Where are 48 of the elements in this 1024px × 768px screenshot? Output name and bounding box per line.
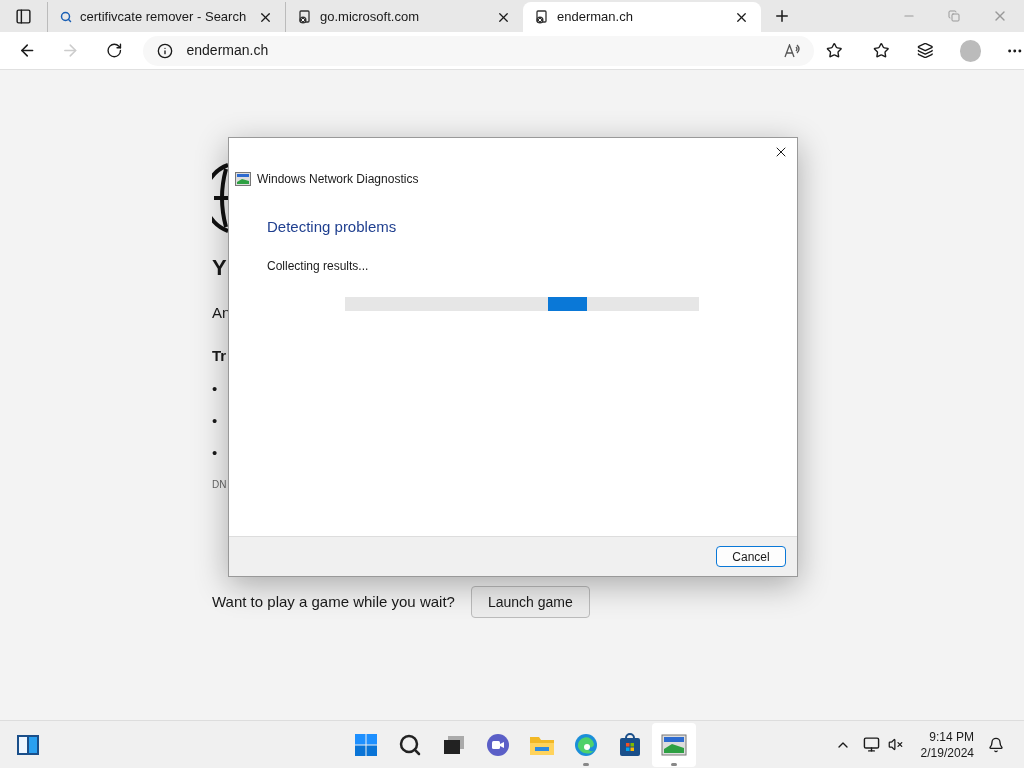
chat-icon <box>486 733 510 757</box>
store-bag-icon <box>618 733 642 757</box>
busy-marquee-segment <box>548 296 587 311</box>
clock-time[interactable]: 9:14 PM <box>929 728 974 745</box>
running-indicator <box>671 763 677 766</box>
running-indicator <box>583 763 589 766</box>
refresh-icon[interactable] <box>105 42 123 59</box>
globe-icon <box>212 163 228 233</box>
url-text: enderman.ch <box>186 41 270 60</box>
browser-tab[interactable]: enderman.ch <box>523 2 761 32</box>
error-page-icon <box>298 10 312 24</box>
dialog-title: Windows Network Diagnostics <box>257 171 419 188</box>
page-heading: Y <box>212 254 227 282</box>
error-page-icon <box>535 10 549 24</box>
network-diagnostics-icon <box>661 734 687 756</box>
widgets-icon[interactable] <box>16 733 40 756</box>
launch-game-button[interactable]: Launch game <box>470 586 590 618</box>
windows-logo-icon <box>354 733 378 757</box>
edge-browser-icon <box>574 733 598 757</box>
tab-title: enderman.ch <box>557 8 634 27</box>
search-icon <box>60 11 72 23</box>
task-view-icon <box>443 735 465 755</box>
dialog-heading: Detecting problems <box>267 217 398 237</box>
bullet: • <box>212 443 219 463</box>
game-prompt: Want to play a game while you wait? <box>212 591 455 612</box>
notifications-icon[interactable] <box>988 736 1004 753</box>
tab-title: certifivcate remover - Search <box>80 8 248 27</box>
search-icon <box>398 733 422 757</box>
status-text: Collecting results... <box>267 257 370 275</box>
collections-icon[interactable] <box>916 42 934 59</box>
new-tab-icon[interactable] <box>773 7 791 25</box>
folder-icon <box>529 734 555 756</box>
tab-actions-icon[interactable] <box>15 7 32 25</box>
error-code: DN <box>212 478 228 492</box>
favorites-icon[interactable] <box>873 42 890 59</box>
try-heading: Tr <box>212 345 228 366</box>
network-icon[interactable] <box>862 736 880 753</box>
clock-date[interactable]: 2/19/2024 <box>920 744 974 761</box>
bullet: • <box>212 379 219 399</box>
add-favorite-icon[interactable] <box>826 42 843 59</box>
tab-title: go.microsoft.com <box>320 8 420 27</box>
info-icon <box>156 42 173 59</box>
cancel-button[interactable]: Cancel <box>716 546 786 567</box>
volume-muted-icon[interactable] <box>887 737 903 752</box>
network-diagnostics-icon <box>235 172 251 186</box>
address-bar[interactable]: enderman.ch <box>142 35 815 66</box>
bullet: • <box>212 411 219 431</box>
read-aloud-icon[interactable] <box>784 43 801 58</box>
